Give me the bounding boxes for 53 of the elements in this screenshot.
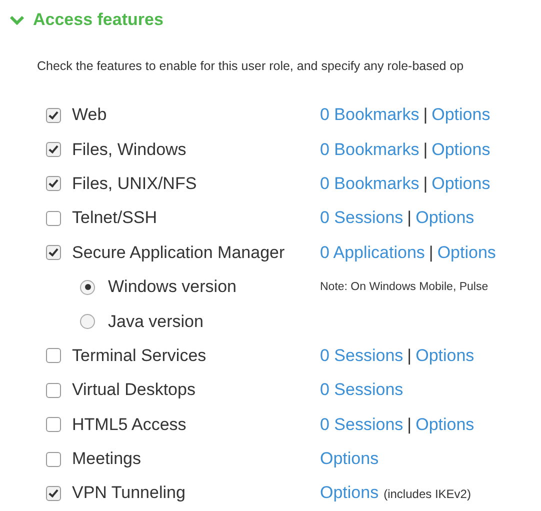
feature-label: HTML5 Access — [72, 414, 186, 435]
separator-text: | — [423, 140, 428, 160]
link[interactable]: 0 Bookmarks — [320, 140, 420, 160]
link[interactable]: 0 Bookmarks — [320, 105, 420, 126]
link[interactable]: Options — [416, 346, 474, 366]
feature-label: Telnet/SSH — [72, 208, 158, 228]
separator-text: | — [407, 208, 412, 228]
separator-text: | — [423, 105, 428, 126]
checkbox[interactable] — [46, 452, 61, 467]
link[interactable]: Options — [437, 242, 496, 263]
intro-text: Check the features to enable for this user role, and specify any role-based op — [36, 58, 465, 75]
link[interactable]: Options — [416, 414, 474, 435]
link[interactable]: Options — [432, 174, 490, 194]
link[interactable]: Options — [320, 449, 379, 470]
feature-label: Terminal Services — [72, 346, 206, 366]
checkbox[interactable] — [46, 417, 61, 432]
link[interactable]: 0 Bookmarks — [320, 174, 420, 194]
separator-text: | — [428, 242, 434, 263]
feature-label: Windows version — [108, 277, 236, 298]
feature-label: Meetings — [72, 449, 141, 470]
note-text: Note: On Windows Mobile, Pulse — [320, 281, 488, 294]
separator-text: | — [423, 174, 428, 194]
checkbox[interactable] — [46, 348, 61, 364]
link[interactable]: 0 Applications — [320, 242, 425, 263]
section-title: Access features — [33, 10, 164, 30]
link[interactable]: 0 Sessions — [320, 414, 404, 435]
feature-label: Virtual Desktops — [72, 380, 196, 400]
separator-text: | — [407, 346, 412, 366]
link[interactable]: 0 Sessions — [320, 380, 404, 400]
note-text: (includes IKEv2) — [384, 487, 471, 502]
feature-label: VPN Tunneling — [72, 483, 186, 504]
feature-label: Files, UNIX/NFS — [72, 174, 197, 194]
link[interactable]: 0 Sessions — [320, 208, 404, 228]
link[interactable]: Options — [320, 483, 379, 504]
feature-label: Files, Windows — [72, 140, 186, 160]
checkbox[interactable] — [46, 142, 61, 158]
checkbox[interactable] — [46, 176, 61, 192]
checkbox[interactable] — [46, 108, 61, 123]
link[interactable]: Options — [416, 208, 474, 228]
feature-label: Secure Application Manager — [72, 242, 285, 263]
separator-text: | — [407, 414, 412, 435]
radio-button[interactable] — [80, 280, 95, 295]
checkbox[interactable] — [46, 210, 61, 226]
checkbox[interactable] — [46, 382, 61, 398]
checkbox[interactable] — [46, 486, 61, 501]
checkbox[interactable] — [46, 245, 61, 260]
link[interactable]: Options — [432, 105, 490, 126]
chevron-icon[interactable] — [10, 15, 24, 25]
link[interactable]: Options — [432, 140, 490, 160]
feature-label: Web — [72, 105, 107, 126]
feature-label: Java version — [108, 312, 204, 332]
radio-button[interactable] — [80, 314, 95, 330]
link[interactable]: 0 Sessions — [320, 346, 404, 366]
